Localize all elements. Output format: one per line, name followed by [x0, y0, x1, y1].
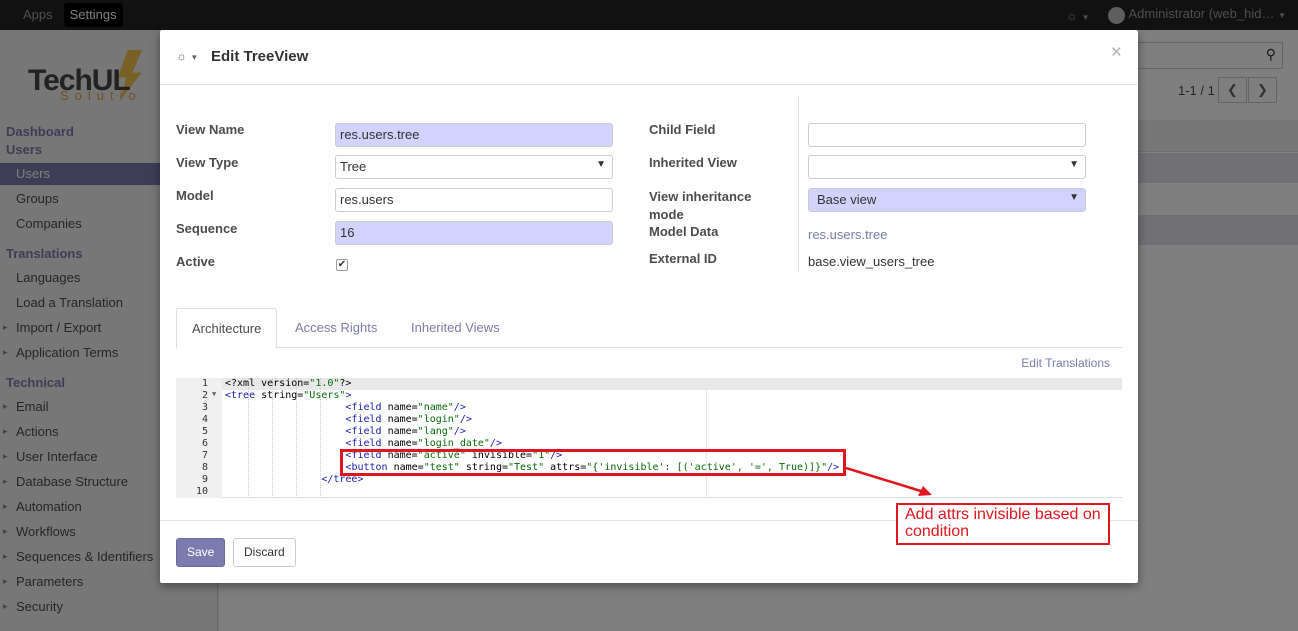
annotation-line1: Add attrs invisible based on [905, 506, 1101, 523]
tab-access-rights[interactable]: Access Rights [280, 308, 392, 348]
view-name-label: View Name [176, 122, 245, 137]
child-field-label: Child Field [649, 122, 716, 137]
editor-gutter: 1 2 ▼ 3 4 5 6 7 8 9 10 [176, 378, 222, 498]
dropdown-arrow-icon: ▼ [1069, 192, 1079, 203]
annotation-callout: Add attrs invisible based on condition [896, 503, 1110, 545]
print-margin [706, 378, 707, 498]
external-id-label: External ID [649, 251, 717, 266]
inheritance-mode-value: Base view [817, 192, 877, 207]
view-type-value: Tree [340, 159, 367, 174]
sequence-label: Sequence [176, 221, 238, 236]
chevron-down-icon: ▼ [190, 53, 199, 62]
code-line: <field name="name"/> [345, 402, 466, 413]
model-field[interactable]: res.users [335, 188, 613, 212]
sequence-field[interactable]: 16 [335, 221, 613, 245]
inheritance-mode-label: View inheritance mode [649, 188, 751, 224]
dropdown-arrow-icon: ▼ [596, 159, 606, 170]
dialog-title: Edit TreeView [211, 48, 309, 65]
annotation-arrow-icon [845, 466, 932, 496]
dialog-header: ☼ ▼ Edit TreeView × [160, 30, 1138, 85]
view-type-select[interactable]: Tree ▼ [335, 155, 613, 179]
tab-architecture[interactable]: Architecture [176, 308, 278, 349]
view-type-label: View Type [176, 155, 239, 170]
inheritance-mode-select[interactable]: Base view ▼ [808, 188, 1086, 212]
inherited-view-label: Inherited View [649, 155, 737, 170]
code-line: <field name="lang"/> [345, 426, 466, 437]
inheritance-mode-label-line1: View inheritance [649, 189, 752, 204]
code-line: <?xml version="1.0"?> [225, 378, 352, 389]
annotation-line2: condition [905, 523, 970, 540]
annotation-highlight-box [340, 449, 846, 476]
close-icon[interactable]: × [1111, 43, 1122, 63]
active-checkbox[interactable]: ✔ [336, 259, 348, 271]
model-data-label: Model Data [649, 224, 719, 239]
discard-button[interactable]: Discard [233, 538, 296, 567]
bug-icon: ☼ [176, 49, 187, 63]
dropdown-arrow-icon: ▼ [1069, 159, 1079, 170]
child-field-input[interactable] [808, 123, 1086, 147]
inherited-view-select[interactable]: ▼ [808, 155, 1086, 179]
code-editor[interactable]: 1 2 ▼ 3 4 5 6 7 8 9 10 <?xml version="1.0… [176, 378, 1122, 498]
debug-dropdown[interactable]: ☼ ▼ [176, 49, 198, 63]
code-line: <tree string="Users"> [225, 390, 352, 401]
code-line: <field name="login_date"/> [345, 438, 502, 449]
model-data-link[interactable]: res.users.tree [808, 227, 887, 242]
inheritance-mode-label-line2: mode [649, 207, 684, 222]
edit-treeview-dialog: ☼ ▼ Edit TreeView × View Name res.users.… [160, 30, 1138, 583]
active-label: Active [176, 254, 216, 269]
save-button[interactable]: Save [176, 538, 226, 567]
tab-inherited-views[interactable]: Inherited Views [396, 308, 515, 348]
notebook-tabs: Architecture Access Rights Inherited Vie… [176, 308, 1122, 349]
model-label: Model [176, 188, 214, 203]
column-divider [798, 96, 799, 272]
external-id-value: base.view_users_tree [808, 254, 935, 269]
code-line: <field name="login"/> [345, 414, 472, 425]
view-name-field[interactable]: res.users.tree [335, 123, 613, 147]
edit-translations-link[interactable]: Edit Translations [1021, 356, 1110, 370]
